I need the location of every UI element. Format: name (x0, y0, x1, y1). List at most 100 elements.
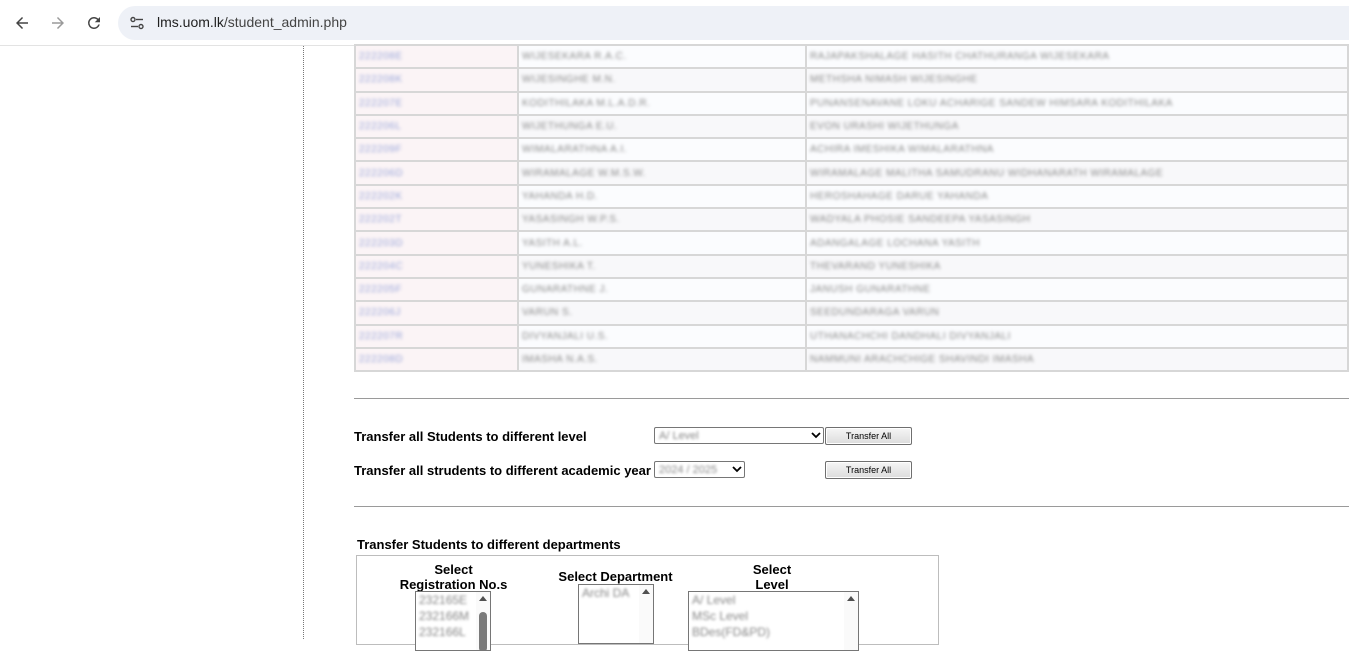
section-divider (354, 398, 1349, 399)
table-row: 222202K YAHANDA H.D. HEROSHAHAGE DARUE YAH… (354, 183, 1349, 210)
transfer-level-label: Transfer all Students to different level (354, 429, 587, 444)
scroll-up-icon (642, 589, 650, 594)
reg-number-cell-text: 222208D (359, 354, 404, 365)
full-name-cell: WIRAMALAGE MALITHA SAMUDRANU WIDHANARATH… (805, 160, 1349, 186)
level-select-value: A/ Level (659, 429, 699, 442)
reg-number-cell[interactable]: 222207R (354, 323, 519, 349)
department-listbox[interactable]: Archi DA (578, 584, 654, 644)
name-initials-cell: YASITH A.L. (517, 230, 807, 256)
reg-number-cell-text: 222206J (359, 307, 401, 319)
reg-number-cell[interactable]: 222206L (354, 113, 519, 140)
name-initials-cell: WIJESEKARA R.A.C. (517, 43, 807, 70)
academic-year-select-value: 2024 / 2025 (659, 463, 718, 476)
reg-number-cell[interactable]: 222206D (354, 160, 519, 186)
level-option[interactable]: A/ Level (689, 592, 858, 608)
full-name-cell-text: ADANGALAGE LOCHANA YASITH (810, 237, 980, 249)
level-option[interactable]: BDes(FD&PD) (689, 624, 858, 640)
name-initials-cell-text: IMASHA N.A.S. (522, 354, 598, 365)
full-name-cell-text: JANUSH GUNARATHNE (810, 284, 931, 296)
registration-listbox[interactable]: 232165E 232166M 232166L (415, 591, 491, 651)
url-text: lms.uom.lk/student_admin.php (157, 14, 347, 30)
reg-number-cell[interactable]: 222206J (354, 300, 519, 326)
transfer-year-button[interactable]: Transfer All (825, 461, 912, 479)
chevron-down-icon (809, 428, 823, 443)
address-bar[interactable]: lms.uom.lk/student_admin.php (118, 6, 1349, 40)
registration-scrollbar[interactable] (476, 592, 490, 650)
name-initials-cell: WIJESINGHE M.N. (517, 67, 807, 93)
name-initials-cell: GUNARATHNE J. (517, 276, 807, 303)
reg-number-cell-text: 222205F (359, 284, 402, 296)
transfer-level-button[interactable]: Transfer All (825, 427, 912, 445)
reload-button[interactable] (80, 9, 108, 37)
name-initials-cell: WIMALARATHNA A.I. (517, 137, 807, 163)
name-initials-cell: WIRAMALAGE W.M.S.W. (517, 160, 807, 186)
name-initials-cell-text: YAHANDA H.D. (522, 190, 598, 202)
scroll-up-icon (847, 596, 855, 601)
full-name-cell-text: RAJAPAKSHALAGE HASITH CHATHURANGA WIJESE… (810, 51, 1110, 63)
reg-number-cell[interactable]: 222208E (354, 43, 519, 70)
level-listbox[interactable]: A/ Level MSc Level BDes(FD&PD) (688, 591, 859, 651)
level-scrollbar[interactable] (844, 592, 858, 650)
name-initials-cell-text: WIJESEKARA R.A.C. (522, 51, 627, 63)
back-arrow-icon (16, 17, 28, 29)
department-transfer-panel: Select Registration No.s Select Departme… (356, 555, 939, 651)
registration-column-header: Select Registration No.s (399, 562, 508, 592)
reg-number-cell[interactable]: 222205F (354, 276, 519, 303)
full-name-cell-text: WIRAMALAGE MALITHA SAMUDRANU WIDHANARATH… (810, 167, 1164, 179)
department-scrollbar[interactable] (639, 585, 653, 643)
reg-number-cell[interactable]: 222202T (354, 207, 519, 233)
back-button[interactable] (8, 9, 36, 37)
level-option[interactable]: MSc Level (689, 608, 858, 624)
name-initials-cell: YAHANDA H.D. (517, 183, 807, 210)
level-select[interactable]: A/ Level (654, 427, 824, 444)
name-initials-cell-text: YASASINGH W.P.S. (522, 214, 620, 226)
full-name-cell: JANUSH GUNARATHNE (805, 276, 1349, 303)
reg-number-cell[interactable]: 222208K (354, 67, 519, 93)
reg-number-cell[interactable]: 222208D (354, 346, 519, 373)
full-name-cell: METHSHA NIMASH WIJESINGHE (805, 67, 1349, 93)
reg-number-cell-text: 222206D (359, 167, 404, 179)
forward-button[interactable] (44, 9, 72, 37)
site-info-button[interactable] (126, 12, 148, 34)
reg-number-cell[interactable]: 222209F (354, 137, 519, 163)
academic-year-select[interactable]: 2024 / 2025 (654, 461, 745, 478)
table-row: 222206L WIJETHUNGA E.U. EVON URASHI WIJETH… (354, 113, 1349, 140)
name-initials-cell-text: DIVYANJALI U.S. (522, 330, 609, 342)
left-column-divider (303, 46, 304, 639)
table-row: 222204C YUNESHIKA T. THEVARAND YUNESHIKA (354, 253, 1349, 279)
table-row: 222208E WIJESEKARA R.A.C. RAJAPAKSHALAGE H… (354, 43, 1349, 70)
reg-number-cell-text: 222204C (359, 260, 404, 272)
name-initials-cell: KODITHILAKA M.L.A.D.R. (517, 90, 807, 116)
reg-number-cell[interactable]: 222207E (354, 90, 519, 116)
student-table: 222208E WIJESEKARA R.A.C. RAJAPAKSHALAGE H… (354, 43, 1349, 373)
table-row: 222209F WIMALARATHNA A.I. ACHIRA IMESHIKA … (354, 137, 1349, 163)
full-name-cell: SEEDUNDARAGA VARUN (805, 300, 1349, 326)
name-initials-cell-text: YASITH A.L. (522, 237, 583, 249)
name-initials-cell: IMASHA N.A.S. (517, 346, 807, 373)
transfer-year-label: Transfer all strudents to different acad… (354, 463, 651, 478)
browser-toolbar: lms.uom.lk/student_admin.php (0, 0, 1349, 46)
table-row: 222205F GUNARATHNE J. JANUSH GUNARATHNE (354, 276, 1349, 303)
full-name-cell-text: METHSHA NIMASH WIJESINGHE (810, 74, 978, 86)
reg-number-cell-text: 222208K (359, 74, 403, 86)
name-initials-cell: YASASINGH W.P.S. (517, 207, 807, 233)
reg-number-cell[interactable]: 222203D (354, 230, 519, 256)
reg-number-cell[interactable]: 222202K (354, 183, 519, 210)
table-row: 222208K WIJESINGHE M.N. METHSHA NIMASH WIJ… (354, 67, 1349, 93)
name-initials-cell-text: WIJESINGHE M.N. (522, 74, 616, 86)
table-row: 222208D IMASHA N.A.S. NAMMUNI ARACHCHIGE S… (354, 346, 1349, 373)
full-name-cell-text: SEEDUNDARAGA VARUN (810, 307, 940, 319)
full-name-cell-text: UTHANACHCHI DANDHALI DIVYANJALI (810, 330, 1011, 342)
table-row: 222203D YASITH A.L. ADANGALAGE LOCHANA YAS… (354, 230, 1349, 256)
reg-number-cell-text: 222202K (359, 190, 403, 202)
department-transfer-heading: Transfer Students to different departmen… (357, 537, 621, 552)
scrollbar-thumb[interactable] (479, 612, 487, 650)
reg-number-cell-text: 222207E (359, 97, 403, 109)
name-initials-cell-text: GUNARATHNE J. (522, 284, 609, 296)
reg-number-cell[interactable]: 222204C (354, 253, 519, 279)
full-name-cell-text: ACHIRA IMESHIKA WIMALARATHNA (810, 144, 994, 156)
table-row: 222207R DIVYANJALI U.S. UTHANACHCHI DANDHA… (354, 323, 1349, 349)
table-row: 222207E KODITHILAKA M.L.A.D.R. PUNANSENAVA… (354, 90, 1349, 116)
full-name-cell-text: PUNANSENAVANE LOKU ACHARIGE SANDEW HIMSA… (810, 97, 1173, 109)
reg-number-cell-text: 222208E (359, 51, 403, 63)
